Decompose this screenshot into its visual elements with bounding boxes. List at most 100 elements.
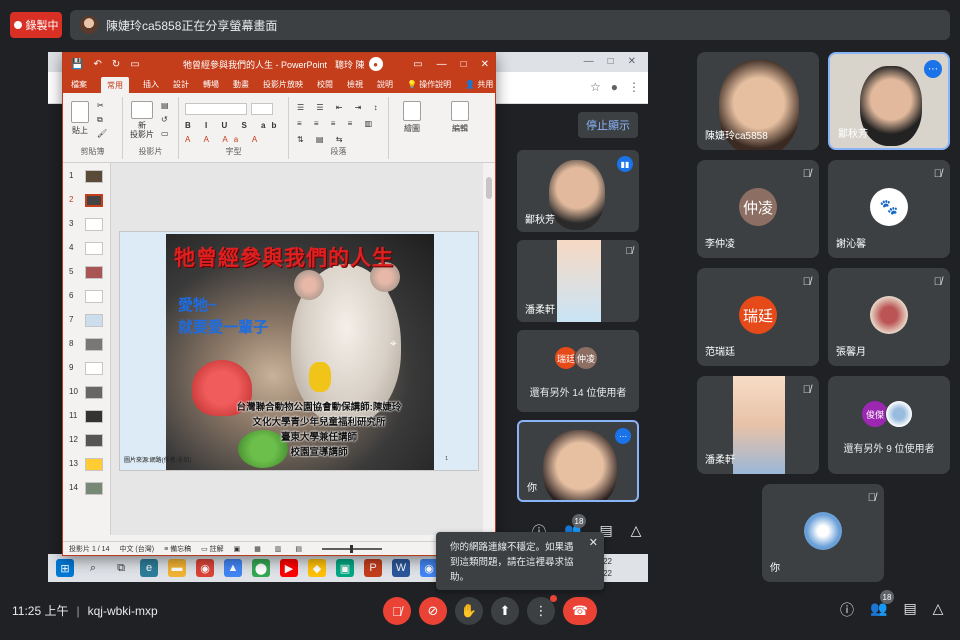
undo-icon[interactable]: ↶ xyxy=(93,59,101,70)
tab-view[interactable]: 檢視 xyxy=(347,79,363,90)
task-view-icon[interactable]: ⧉ xyxy=(112,559,130,577)
section-icon[interactable]: ▭ xyxy=(161,129,169,138)
powerpoint-icon[interactable]: P xyxy=(364,559,382,577)
drive-icon[interactable]: ▲ xyxy=(224,559,242,577)
share-button[interactable]: 👤 共用 xyxy=(465,79,493,90)
participant-tile[interactable]: 🎙̸ 張馨月 xyxy=(828,268,950,366)
info-icon[interactable]: ⓘ xyxy=(840,600,854,620)
thumbnail-item[interactable]: 2 xyxy=(67,193,107,209)
meet-icon[interactable]: ▣ xyxy=(336,559,354,577)
chrome-icon[interactable]: ◉ xyxy=(196,559,214,577)
font-size-select[interactable] xyxy=(251,103,273,115)
tab-review[interactable]: 校閱 xyxy=(317,79,333,90)
tell-me-search[interactable]: 💡 操作說明 xyxy=(407,79,451,90)
redo-icon[interactable]: ↻ xyxy=(112,59,120,70)
maximize-icon[interactable]: □ xyxy=(461,59,467,70)
save-icon[interactable]: 💾 xyxy=(71,59,83,70)
keep-icon[interactable]: ◆ xyxy=(308,559,326,577)
zoom-slider[interactable] xyxy=(321,544,382,553)
close-icon[interactable]: ✕ xyxy=(481,59,489,70)
word-icon[interactable]: W xyxy=(392,559,410,577)
participant-tile[interactable]: 🎙̸ 瑞廷 范瑞廷 xyxy=(697,268,819,366)
participant-tile-active[interactable]: ⋯ 鄙秋芳 xyxy=(828,52,950,150)
self-tile[interactable]: 🎙̸ 你 xyxy=(762,484,884,582)
participant-tile[interactable]: 陳婕玲ca5858 xyxy=(697,52,819,150)
reset-icon[interactable]: ↺ xyxy=(161,115,168,124)
thumbnail-item[interactable]: 13 xyxy=(67,457,107,473)
thumbnail-item[interactable]: 7 xyxy=(67,313,107,329)
language[interactable]: 中文 (台灣) xyxy=(119,544,154,554)
align-buttons[interactable]: ≡ ≡ ≡ ≡ ▥ xyxy=(297,119,377,128)
comments-button[interactable]: ▭ 註解 xyxy=(201,544,224,554)
youtube-icon[interactable]: ▶ xyxy=(280,559,298,577)
more-options-icon[interactable]: ⋯ xyxy=(615,428,631,444)
minimize-icon[interactable]: — xyxy=(437,59,447,70)
thumbnail-item[interactable]: 6 xyxy=(67,289,107,305)
view-buttons[interactable]: ▣ ▦ ▥ ▤ xyxy=(234,545,308,553)
layout-icon[interactable]: ▤ xyxy=(161,101,169,110)
mic-toggle-button[interactable]: 🎙̸ xyxy=(383,597,411,625)
activities-icon[interactable]: △ xyxy=(631,522,642,542)
star-icon[interactable]: ☆ xyxy=(590,80,601,94)
thumbnail-item[interactable]: 14 xyxy=(67,481,107,497)
current-slide[interactable]: 牠曾經參與我們的人生 愛牠~ 就要愛一輩子 台灣聯合動物公園協會動保講師:陳婕玲… xyxy=(119,231,479,471)
paste-button[interactable]: 貼上 xyxy=(69,101,91,136)
present-button[interactable]: ⬆ xyxy=(491,597,519,625)
folder-icon[interactable]: ▬ xyxy=(168,559,186,577)
thumbnail-item[interactable]: 3 xyxy=(67,217,107,233)
copy-icon[interactable]: ⧉ xyxy=(97,115,103,125)
edge-icon[interactable]: e xyxy=(140,559,158,577)
tab-slideshow[interactable]: 投影片放映 xyxy=(263,79,303,90)
cut-icon[interactable]: ✂ xyxy=(97,101,104,110)
slide-editor[interactable]: 牠曾經參與我們的人生 愛牠~ 就要愛一輩子 台灣聯合動物公園協會動保講師:陳婕玲… xyxy=(111,163,483,535)
participant-tile[interactable]: 🎙̸ 潘柔軒 xyxy=(697,376,819,474)
maximize-icon[interactable]: □ xyxy=(608,56,614,67)
editing-button[interactable]: 編輯 xyxy=(451,101,469,134)
recording-badge[interactable]: 錄製中 xyxy=(10,12,62,38)
tab-insert[interactable]: 插入 xyxy=(143,79,159,90)
thumbnail-item[interactable]: 8 xyxy=(67,337,107,353)
participant-tile-others[interactable]: 俊傑 還有另外 9 位使用者 xyxy=(828,376,950,474)
maps-icon[interactable]: ⬤ xyxy=(252,559,270,577)
tab-home[interactable]: 常用 xyxy=(101,76,129,94)
thumbnail-item[interactable]: 10 xyxy=(67,385,107,401)
thumbnail-item[interactable]: 11 xyxy=(67,409,107,425)
text-direction-buttons[interactable]: ⇅ ▤ ⇆ xyxy=(297,135,347,144)
thumbnail-item[interactable]: 12 xyxy=(67,433,107,449)
tab-help[interactable]: 說明 xyxy=(377,79,393,90)
new-slide-button[interactable]: 新 投影片 xyxy=(129,101,155,139)
tab-design[interactable]: 設計 xyxy=(173,79,189,90)
thumbnail-item[interactable]: 5 xyxy=(67,265,107,281)
notes-button[interactable]: ≡ 備忘稿 xyxy=(164,544,191,554)
ribbon-display-icon[interactable]: ▭ xyxy=(413,59,422,70)
thumbnail-item[interactable]: 9 xyxy=(67,361,107,377)
more-options-button[interactable]: ⋮ xyxy=(527,595,557,625)
vertical-scrollbar[interactable] xyxy=(483,163,495,535)
more-options-icon[interactable]: ⋯ xyxy=(924,60,942,78)
profile-icon[interactable]: ● xyxy=(611,80,618,94)
raise-hand-button[interactable]: ✋ xyxy=(455,597,483,625)
minimize-icon[interactable]: — xyxy=(584,56,594,67)
search-icon[interactable]: ⌕ xyxy=(84,559,102,577)
participant-tile[interactable]: 🎙̸ 🐾 謝沁馨 xyxy=(828,160,950,258)
menu-icon[interactable]: ⋮ xyxy=(628,80,640,94)
font-color-buttons[interactable]: A A Aa A xyxy=(185,135,263,144)
user-avatar-icon[interactable]: ● xyxy=(368,57,383,71)
mini-tile-others[interactable]: 瑞廷 仲凌 還有另外 14 位使用者 xyxy=(517,330,639,412)
windows-start-icon[interactable]: ⊞ xyxy=(56,559,74,577)
stop-presenting-button[interactable]: 停止顯示 xyxy=(578,112,638,138)
drawing-button[interactable]: 繪圖 xyxy=(403,101,421,134)
thumbnail-item[interactable]: 4 xyxy=(67,241,107,257)
close-icon[interactable]: ✕ xyxy=(589,536,598,551)
present-icon[interactable]: ▭ xyxy=(130,59,139,70)
camera-toggle-button[interactable]: ⊘ xyxy=(419,597,447,625)
list-buttons[interactable]: ☰ ☰ ⇤ ⇥ ↕ xyxy=(297,103,383,112)
tab-transitions[interactable]: 轉場 xyxy=(203,79,219,90)
leave-call-button[interactable]: ☎ xyxy=(563,597,597,625)
chat-icon[interactable]: ▤ xyxy=(903,600,916,620)
format-painter-icon[interactable]: 🖌 xyxy=(97,129,107,138)
participant-tile[interactable]: 🎙̸ 仲凌 李仲凌 xyxy=(697,160,819,258)
tab-animations[interactable]: 動畫 xyxy=(233,79,249,90)
font-name-select[interactable] xyxy=(185,103,247,115)
thumbnail-item[interactable]: 1 xyxy=(67,169,107,185)
